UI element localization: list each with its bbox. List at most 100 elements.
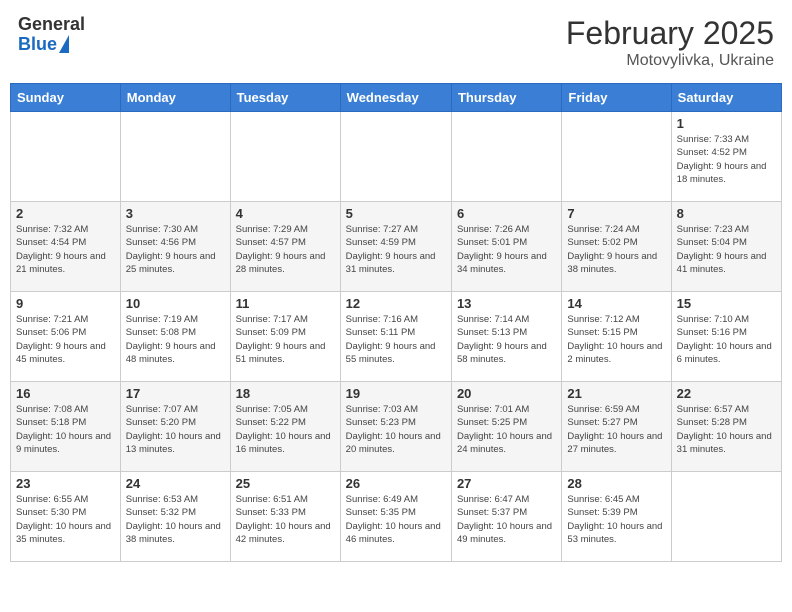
day-number: 13 [457,296,556,311]
calendar-header-monday: Monday [120,84,230,112]
calendar-cell: 2 Sunrise: 7:32 AM Sunset: 4:54 PM Daylig… [11,202,121,292]
calendar-header-tuesday: Tuesday [230,84,340,112]
day-info: Sunrise: 7:10 AM Sunset: 5:16 PM Dayligh… [677,313,776,366]
day-number: 4 [236,206,335,221]
day-info: Sunrise: 7:27 AM Sunset: 4:59 PM Dayligh… [346,223,446,276]
day-info: Sunrise: 7:29 AM Sunset: 4:57 PM Dayligh… [236,223,335,276]
day-number: 17 [126,386,225,401]
calendar-cell: 12 Sunrise: 7:16 AM Sunset: 5:11 PM Dayli… [340,292,451,382]
day-info: Sunrise: 7:19 AM Sunset: 5:08 PM Dayligh… [126,313,225,366]
calendar-header-wednesday: Wednesday [340,84,451,112]
day-info: Sunrise: 6:53 AM Sunset: 5:32 PM Dayligh… [126,493,225,546]
day-number: 6 [457,206,556,221]
day-number: 26 [346,476,446,491]
calendar-header-saturday: Saturday [671,84,781,112]
calendar-header-thursday: Thursday [451,84,561,112]
calendar-cell: 4 Sunrise: 7:29 AM Sunset: 4:57 PM Daylig… [230,202,340,292]
day-info: Sunrise: 6:51 AM Sunset: 5:33 PM Dayligh… [236,493,335,546]
calendar-cell: 17 Sunrise: 7:07 AM Sunset: 5:20 PM Dayli… [120,382,230,472]
day-info: Sunrise: 7:24 AM Sunset: 5:02 PM Dayligh… [567,223,665,276]
day-number: 15 [677,296,776,311]
calendar-cell: 24 Sunrise: 6:53 AM Sunset: 5:32 PM Dayli… [120,472,230,562]
calendar-cell: 8 Sunrise: 7:23 AM Sunset: 5:04 PM Daylig… [671,202,781,292]
logo-general-text: General [18,15,85,35]
day-info: Sunrise: 7:12 AM Sunset: 5:15 PM Dayligh… [567,313,665,366]
day-number: 16 [16,386,115,401]
calendar-cell [671,472,781,562]
calendar-week-2: 2 Sunrise: 7:32 AM Sunset: 4:54 PM Daylig… [11,202,782,292]
calendar-cell [340,112,451,202]
calendar-cell: 5 Sunrise: 7:27 AM Sunset: 4:59 PM Daylig… [340,202,451,292]
day-number: 8 [677,206,776,221]
month-title: February 2025 [566,15,774,52]
calendar-cell: 23Sunrise: 6:55 AM Sunset: 5:30 PM Dayli… [11,472,121,562]
calendar-cell: 3 Sunrise: 7:30 AM Sunset: 4:56 PM Daylig… [120,202,230,292]
day-number: 24 [126,476,225,491]
day-info: Sunrise: 7:26 AM Sunset: 5:01 PM Dayligh… [457,223,556,276]
calendar-cell [11,112,121,202]
day-info: Sunrise: 6:59 AM Sunset: 5:27 PM Dayligh… [567,403,665,456]
day-number: 25 [236,476,335,491]
day-number: 2 [16,206,115,221]
calendar-cell [120,112,230,202]
day-info: Sunrise: 7:21 AM Sunset: 5:06 PM Dayligh… [16,313,115,366]
calendar-week-1: 1Sunrise: 7:33 AM Sunset: 4:52 PM Daylig… [11,112,782,202]
calendar-cell: 27 Sunrise: 6:47 AM Sunset: 5:37 PM Dayli… [451,472,561,562]
day-info: Sunrise: 6:47 AM Sunset: 5:37 PM Dayligh… [457,493,556,546]
calendar-cell: 18Sunrise: 7:05 AM Sunset: 5:22 PM Dayli… [230,382,340,472]
calendar-cell: 13 Sunrise: 7:14 AM Sunset: 5:13 PM Dayli… [451,292,561,382]
day-info: Sunrise: 6:55 AM Sunset: 5:30 PM Dayligh… [16,493,115,546]
day-number: 22 [677,386,776,401]
calendar-cell: 28 Sunrise: 6:45 AM Sunset: 5:39 PM Dayli… [562,472,671,562]
calendar-cell: 7 Sunrise: 7:24 AM Sunset: 5:02 PM Daylig… [562,202,671,292]
day-info: Sunrise: 7:07 AM Sunset: 5:20 PM Dayligh… [126,403,225,456]
day-number: 10 [126,296,225,311]
day-info: Sunrise: 6:45 AM Sunset: 5:39 PM Dayligh… [567,493,665,546]
title-section: February 2025 Motovylivka, Ukraine [566,15,774,70]
calendar-table: SundayMondayTuesdayWednesdayThursdayFrid… [10,83,782,562]
calendar-cell: 10 Sunrise: 7:19 AM Sunset: 5:08 PM Dayli… [120,292,230,382]
day-number: 12 [346,296,446,311]
logo-blue-text: Blue [18,35,57,55]
calendar-cell: 1Sunrise: 7:33 AM Sunset: 4:52 PM Daylig… [671,112,781,202]
calendar-cell: 9 Sunrise: 7:21 AM Sunset: 5:06 PM Daylig… [11,292,121,382]
calendar-header-friday: Friday [562,84,671,112]
day-number: 11 [236,296,335,311]
day-number: 21 [567,386,665,401]
calendar-week-4: 16Sunrise: 7:08 AM Sunset: 5:18 PM Dayli… [11,382,782,472]
calendar-cell: 22Sunrise: 6:57 AM Sunset: 5:28 PM Dayli… [671,382,781,472]
calendar-cell: 21 Sunrise: 6:59 AM Sunset: 5:27 PM Dayli… [562,382,671,472]
calendar-cell: 14 Sunrise: 7:12 AM Sunset: 5:15 PM Dayli… [562,292,671,382]
day-info: Sunrise: 6:49 AM Sunset: 5:35 PM Dayligh… [346,493,446,546]
calendar-week-5: 23Sunrise: 6:55 AM Sunset: 5:30 PM Dayli… [11,472,782,562]
location-subtitle: Motovylivka, Ukraine [566,52,774,70]
day-number: 9 [16,296,115,311]
day-info: Sunrise: 7:03 AM Sunset: 5:23 PM Dayligh… [346,403,446,456]
calendar-cell: 25 Sunrise: 6:51 AM Sunset: 5:33 PM Dayli… [230,472,340,562]
day-number: 27 [457,476,556,491]
day-number: 28 [567,476,665,491]
logo-triangle-icon [59,35,69,53]
day-number: 7 [567,206,665,221]
day-info: Sunrise: 7:16 AM Sunset: 5:11 PM Dayligh… [346,313,446,366]
day-number: 5 [346,206,446,221]
calendar-header-sunday: Sunday [11,84,121,112]
day-info: Sunrise: 7:30 AM Sunset: 4:56 PM Dayligh… [126,223,225,276]
day-number: 20 [457,386,556,401]
calendar-cell: 26 Sunrise: 6:49 AM Sunset: 5:35 PM Dayli… [340,472,451,562]
day-info: Sunrise: 7:23 AM Sunset: 5:04 PM Dayligh… [677,223,776,276]
calendar-cell: 11Sunrise: 7:17 AM Sunset: 5:09 PM Dayli… [230,292,340,382]
calendar-cell: 16Sunrise: 7:08 AM Sunset: 5:18 PM Dayli… [11,382,121,472]
day-number: 19 [346,386,446,401]
day-info: Sunrise: 7:32 AM Sunset: 4:54 PM Dayligh… [16,223,115,276]
day-number: 3 [126,206,225,221]
day-number: 18 [236,386,335,401]
day-number: 14 [567,296,665,311]
calendar-cell: 20 Sunrise: 7:01 AM Sunset: 5:25 PM Dayli… [451,382,561,472]
calendar-cell [451,112,561,202]
calendar-cell: 19 Sunrise: 7:03 AM Sunset: 5:23 PM Dayli… [340,382,451,472]
calendar-week-3: 9 Sunrise: 7:21 AM Sunset: 5:06 PM Daylig… [11,292,782,382]
calendar-cell [562,112,671,202]
day-info: Sunrise: 7:01 AM Sunset: 5:25 PM Dayligh… [457,403,556,456]
day-info: Sunrise: 7:14 AM Sunset: 5:13 PM Dayligh… [457,313,556,366]
